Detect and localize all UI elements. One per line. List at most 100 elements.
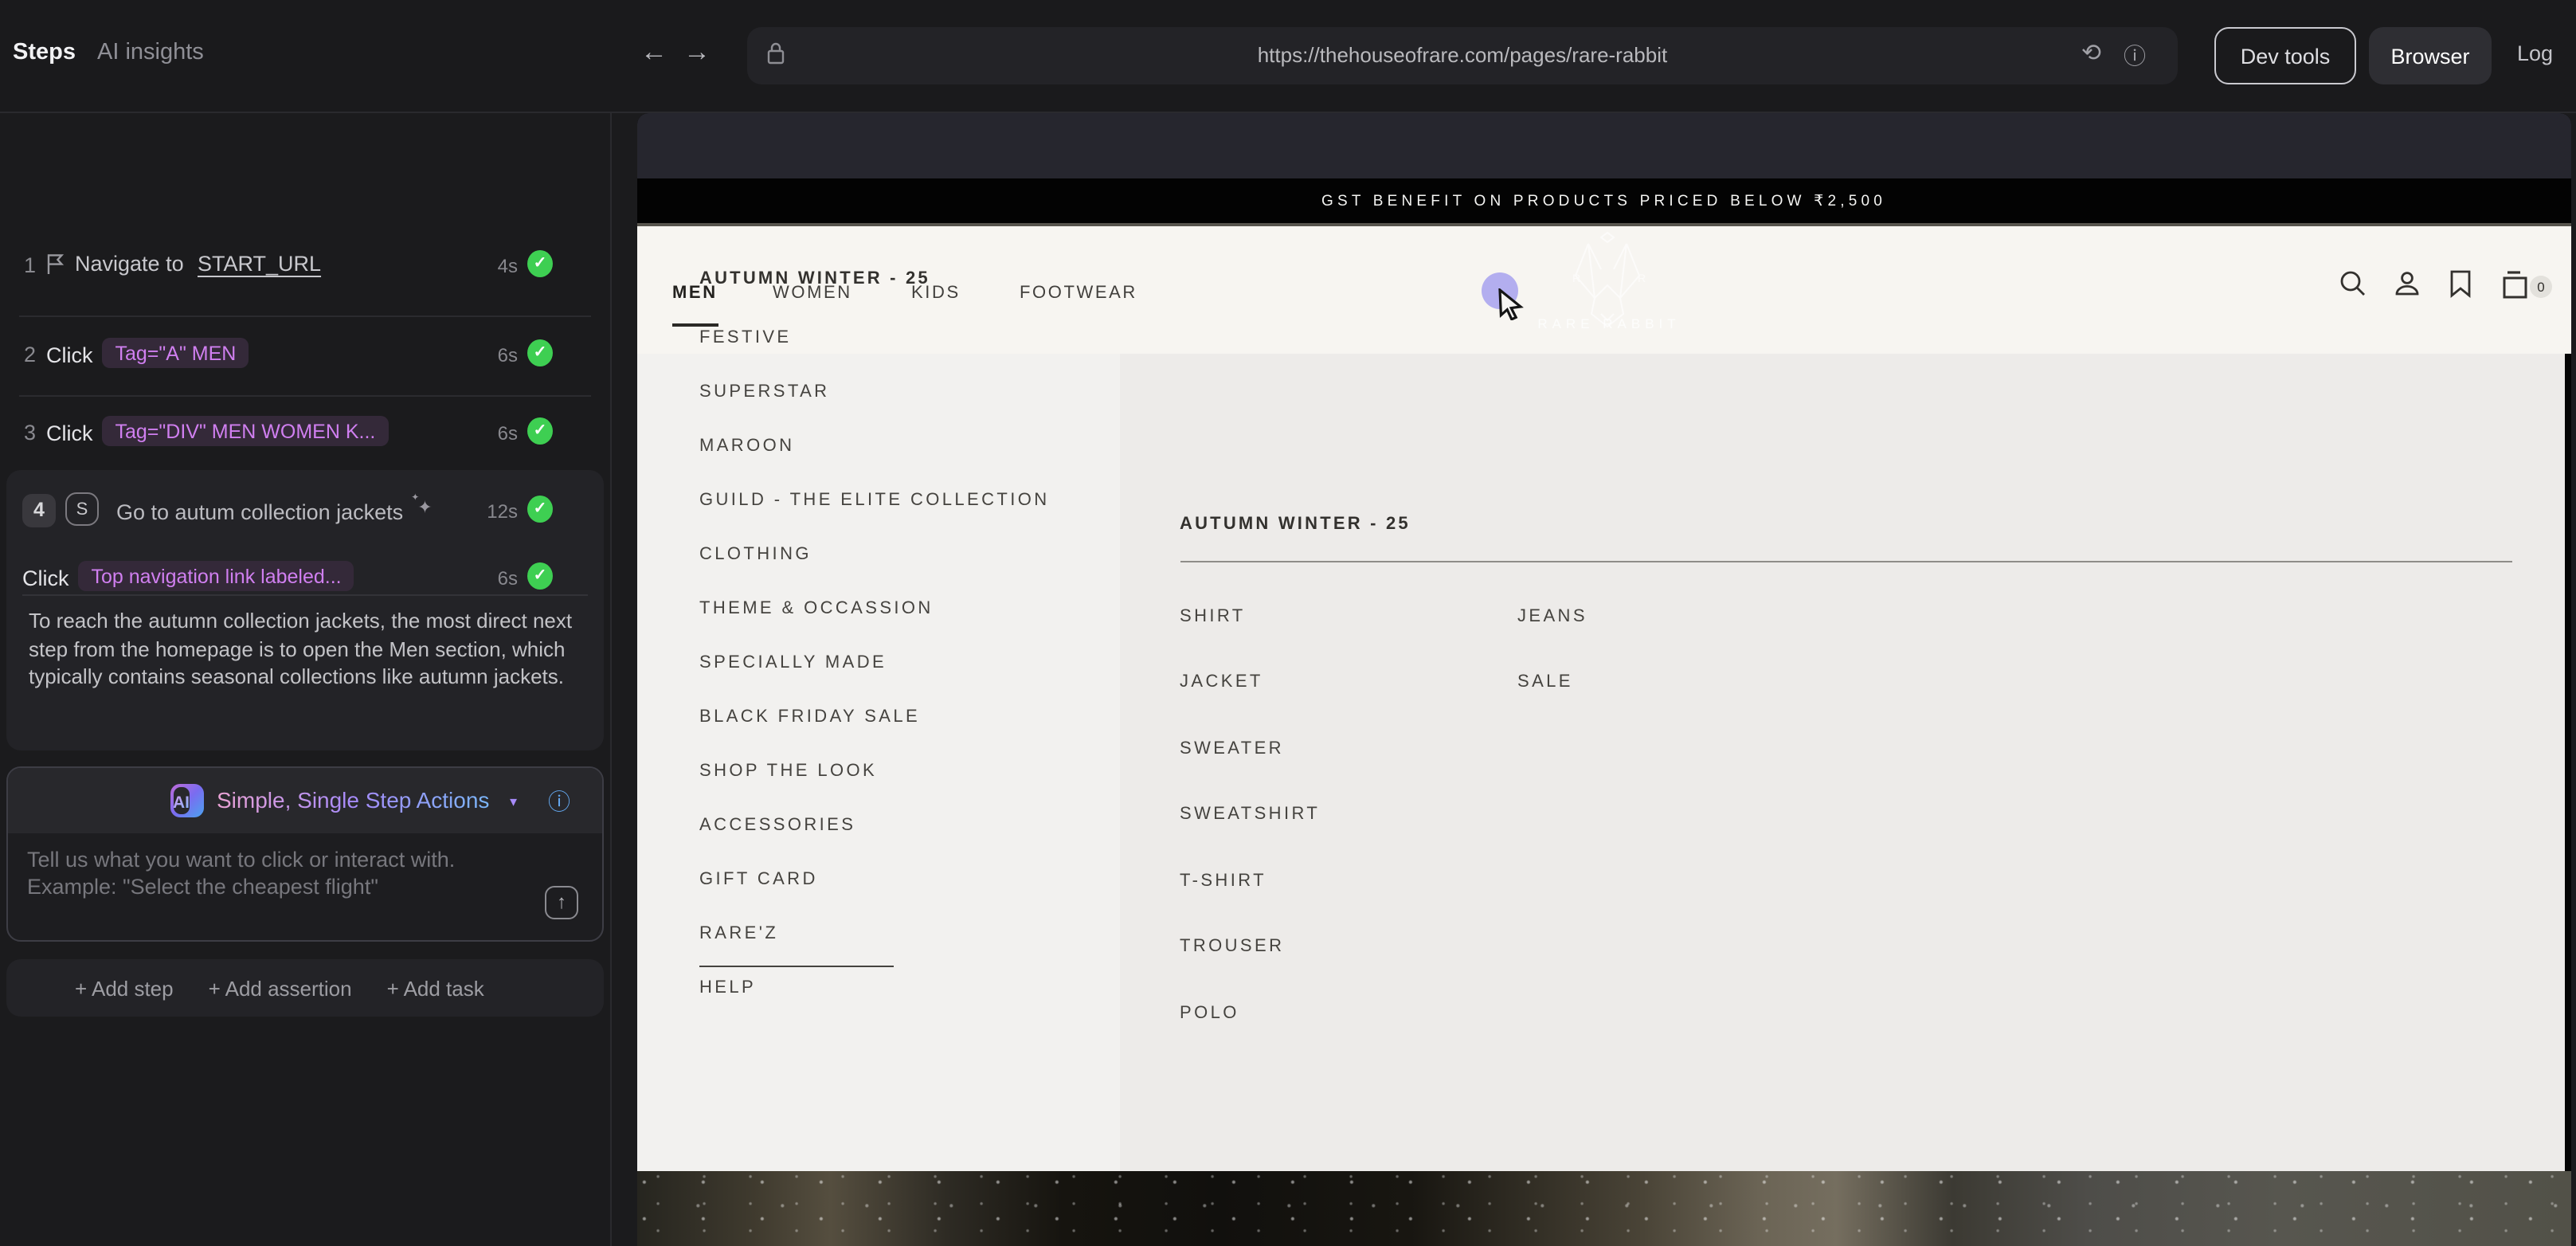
panel-divider	[1180, 560, 2511, 562]
step-duration: 6s	[498, 344, 518, 366]
sparkles-icon: ✦✦	[411, 497, 437, 519]
add-action-button[interactable]: + Add assertion	[209, 976, 352, 1000]
tab-steps[interactable]: Steps	[13, 40, 76, 65]
panel-link[interactable]: SWEATSHIRT	[1180, 782, 1320, 848]
add-actions-row: + Add step + Add assertion + Add task	[75, 959, 484, 1017]
active-step-card[interactable]: 4 S Go to autum collection jackets✦✦ 12s…	[6, 470, 604, 750]
submit-arrow-button[interactable]: ↑	[545, 886, 578, 919]
category-menu-item[interactable]: GUILD - THE ELITE COLLECTION	[699, 473, 1050, 527]
step-action: ClickTop navigation link labeled...	[22, 564, 354, 594]
panel-link[interactable]: POLO	[1180, 981, 1320, 1047]
url-text[interactable]: https://thehouseofrare.com/pages/rare-ra…	[747, 43, 2178, 67]
account-icon[interactable]	[2393, 268, 2421, 297]
menu-content-panel: AUTUMN WINTER - 25 SHIRTJACKETSWEATERSWE…	[1120, 353, 2565, 1170]
screenshot-stage: Steps AI insights ← → https://thehouseof…	[0, 0, 2576, 1246]
step-success-icon: ✓	[527, 339, 553, 366]
category-menu-item[interactable]: MAROON	[699, 419, 1050, 473]
panel-link[interactable]: SHIRT	[1180, 584, 1320, 650]
panel-column-2: JEANSSALE	[1517, 584, 1587, 716]
category-menu-item[interactable]: SUPERSTAR	[699, 365, 1050, 419]
category-menu-item[interactable]: SPECIALLY MADE	[699, 636, 1050, 690]
nav-footwear[interactable]: FOOTWEAR	[1020, 283, 1137, 302]
chevron-down-icon[interactable]: ▾	[510, 793, 517, 811]
step-row-4[interactable]: 4 S Go to autum collection jackets✦✦ 12s…	[6, 486, 604, 537]
step-success-icon: ✓	[527, 496, 553, 523]
step-duration: 6s	[498, 567, 518, 590]
browser-tab-button[interactable]: Browser	[2369, 27, 2492, 84]
url-bar[interactable]: https://thehouseofrare.com/pages/rare-ra…	[747, 27, 2178, 84]
step-row-5[interactable]: ClickTop navigation link labeled... 6s ✓	[6, 553, 604, 604]
category-menu-item[interactable]: GIFT CARD	[699, 852, 1050, 907]
panel-link[interactable]: TROUSER	[1180, 915, 1320, 981]
ai-panel-header[interactable]: AI Simple, Single Step Actions ▾ ⓘ	[8, 768, 602, 833]
category-menu-item[interactable]: FESTIVE	[699, 311, 1050, 365]
step-row-2[interactable]: 2 ClickTag="A" MEN 6s ✓	[0, 330, 610, 381]
divider	[19, 395, 591, 397]
step-number: 2	[24, 343, 36, 366]
cart-icon[interactable]	[2501, 268, 2531, 299]
panel-link[interactable]: JACKET	[1180, 650, 1320, 716]
step-action: ClickTag="A" MEN	[46, 341, 249, 371]
ai-badge-icon: AI	[170, 784, 204, 817]
browser-back-icon[interactable]: ←	[640, 37, 667, 69]
category-menu-item[interactable]: THEME & OCCASSION	[699, 582, 1050, 636]
flag-icon	[46, 253, 65, 276]
selector-badge[interactable]: Tag="DIV" MEN WOMEN K...	[103, 416, 389, 446]
promo-banner: GST BENEFIT ON PRODUCTS PRICED BELOW ₹2,…	[637, 178, 2570, 223]
search-icon[interactable]	[2339, 268, 2367, 297]
refresh-icon[interactable]: ⟲	[2081, 38, 2101, 67]
ai-info-icon[interactable]: ⓘ	[548, 786, 570, 817]
page-info-icon[interactable]: ⓘ	[2124, 40, 2146, 72]
panel-column-1: SHIRTJACKETSWEATERSWEATSHIRTT-SHIRTTROUS…	[1180, 584, 1320, 1047]
log-tab-button[interactable]: Log	[2517, 41, 2553, 65]
category-menu-item[interactable]: ACCESSORIES	[699, 798, 1050, 852]
step-row-1[interactable]: 1 Navigate to START_URL 4s ✓	[0, 241, 610, 292]
step-duration: 4s	[498, 255, 518, 277]
panel-link[interactable]: T-SHIRT	[1180, 848, 1320, 915]
selector-badge[interactable]: Tag="A" MEN	[103, 338, 249, 368]
step-row-3[interactable]: 3 ClickTag="DIV" MEN WOMEN K... 6s ✓	[0, 408, 610, 459]
hero-photo-strip	[637, 1170, 2570, 1246]
panel-link[interactable]: JEANS	[1517, 584, 1587, 650]
svg-text:R: R	[1572, 271, 1580, 284]
step-number: 1	[24, 253, 36, 277]
add-action-button[interactable]: + Add step	[75, 976, 174, 1000]
add-action-button[interactable]: + Add task	[387, 976, 484, 1000]
step-success-icon: ✓	[527, 250, 553, 277]
step-success-icon: ✓	[527, 562, 553, 590]
divider	[22, 594, 588, 596]
step-explanation-text: To reach the autumn collection jackets, …	[29, 607, 583, 691]
menu-item-autumn-winter[interactable]: AUTUMN WINTER - 25	[699, 269, 930, 288]
panel-link[interactable]: SALE	[1517, 650, 1587, 716]
selector-badge[interactable]: Top navigation link labeled...	[79, 561, 354, 591]
category-menu-list: FESTIVESUPERSTARMAROONGUILD - THE ELITE …	[699, 311, 1050, 907]
svg-text:R: R	[1638, 271, 1646, 284]
divider	[19, 315, 591, 317]
browser-forward-icon[interactable]: →	[683, 37, 711, 69]
smart-step-icon: S	[65, 492, 99, 526]
step-label: Navigate to	[75, 252, 184, 276]
top-bar: Steps AI insights ← → https://thehouseof…	[0, 0, 2576, 113]
tab-ai-insights[interactable]: AI insights	[97, 40, 204, 65]
wishlist-bookmark-icon[interactable]	[2449, 268, 2472, 297]
category-menu-item[interactable]: BLACK FRIDAY SALE	[699, 690, 1050, 744]
menu-item-rarez[interactable]: RARE'Z	[699, 907, 894, 961]
dev-tools-button[interactable]: Dev tools	[2214, 27, 2356, 84]
step-number: 3	[24, 421, 36, 445]
mouse-cursor-icon	[1497, 288, 1525, 320]
category-menu-item[interactable]: CLOTHING	[699, 527, 1050, 582]
step-number-badge: 4	[22, 494, 56, 527]
ai-mode-title[interactable]: Simple, Single Step Actions	[217, 787, 489, 813]
panel-title: AUTUMN WINTER - 25	[1180, 514, 1411, 533]
step-action: ClickTag="DIV" MEN WOMEN K...	[46, 419, 388, 449]
start-url-link[interactable]: START_URL	[198, 252, 321, 276]
menu-item-help[interactable]: HELP	[699, 961, 756, 1015]
ai-action-panel: AI Simple, Single Step Actions ▾ ⓘ ↑	[6, 766, 604, 942]
step-success-icon: ✓	[527, 417, 553, 445]
ai-instruction-input[interactable]	[24, 844, 508, 938]
cart-count-badge: 0	[2530, 275, 2552, 297]
steps-sidebar: 1 Navigate to START_URL 4s ✓ 2 ClickTag=…	[0, 113, 612, 1246]
panel-link[interactable]: SWEATER	[1180, 716, 1320, 782]
rare-rabbit-logo-text: RARE RABBIT	[1497, 315, 1721, 331]
category-menu-item[interactable]: SHOP THE LOOK	[699, 744, 1050, 798]
